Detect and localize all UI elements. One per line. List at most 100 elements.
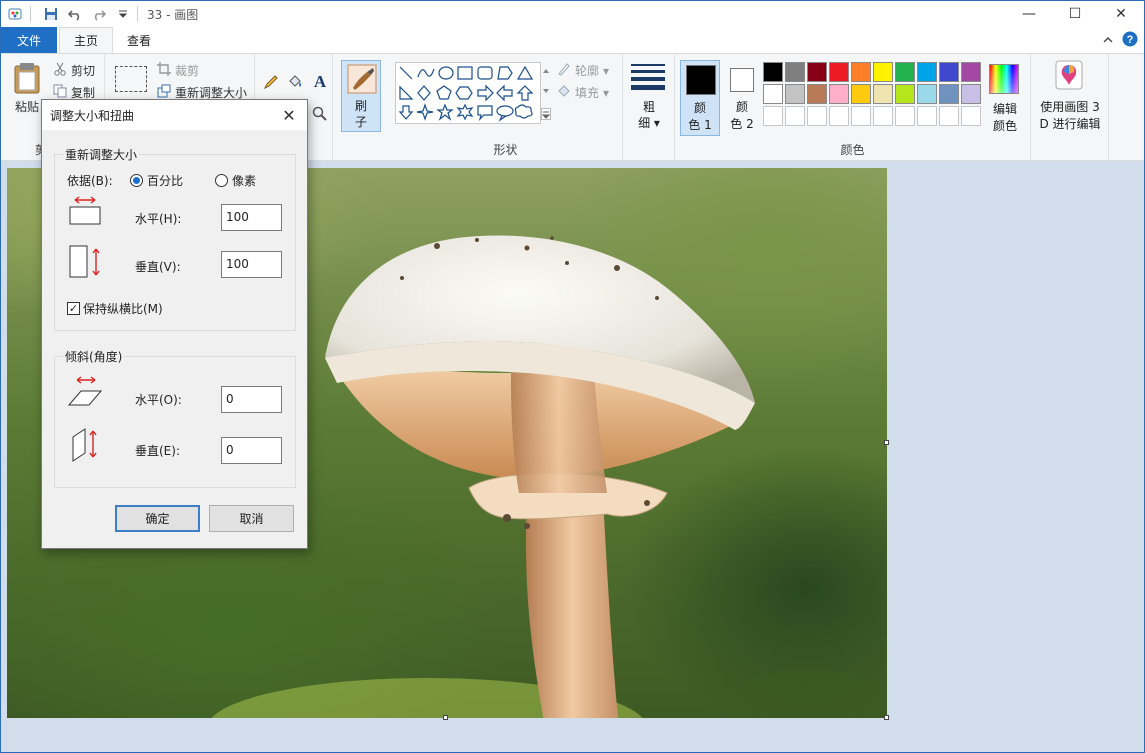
horizontal-resize-icon xyxy=(69,195,103,228)
magnifier-icon[interactable] xyxy=(312,106,328,125)
paste-icon[interactable] xyxy=(13,62,41,97)
paste-button[interactable]: 粘贴 xyxy=(15,98,39,115)
cut-button[interactable]: 剪切 xyxy=(53,62,95,79)
color-swatch[interactable] xyxy=(895,62,915,82)
color-swatch[interactable] xyxy=(851,62,871,82)
color-swatch[interactable] xyxy=(939,84,959,104)
resize-handle-right[interactable] xyxy=(884,440,889,445)
color-swatch[interactable] xyxy=(785,62,805,82)
percent-radio[interactable]: 百分比 xyxy=(130,172,183,189)
color-swatch[interactable] xyxy=(939,62,959,82)
minimize-button[interactable]: — xyxy=(1006,1,1052,27)
color-swatch[interactable] xyxy=(807,106,827,126)
resize-horizontal-input[interactable]: 100 xyxy=(221,204,282,231)
pencil-icon[interactable] xyxy=(263,74,279,93)
color-swatch[interactable] xyxy=(939,106,959,126)
color-swatch[interactable] xyxy=(763,106,783,126)
resize-vertical-input[interactable]: 100 xyxy=(221,251,282,278)
color-swatch[interactable] xyxy=(851,106,871,126)
maximize-button[interactable]: ☐ xyxy=(1052,1,1098,27)
paint3d-group: 使用画图 3 D 进行编辑 xyxy=(1031,54,1109,160)
outline-dropdown-icon: ▾ xyxy=(603,63,610,78)
text-tool-icon[interactable]: A xyxy=(312,72,328,93)
customize-dropdown-icon[interactable] xyxy=(114,5,132,23)
color-swatch[interactable] xyxy=(829,106,849,126)
color-swatch[interactable] xyxy=(917,62,937,82)
close-button[interactable]: ✕ xyxy=(1098,1,1144,27)
color-swatch[interactable] xyxy=(785,84,805,104)
shapes-expand-icon[interactable] xyxy=(541,108,551,120)
edit-colors-button[interactable]: 编辑 颜色 xyxy=(985,60,1025,136)
brushes-button[interactable]: 刷 子 xyxy=(341,60,381,132)
color-swatch[interactable] xyxy=(807,62,827,82)
color-swatch[interactable] xyxy=(763,84,783,104)
color2-button[interactable]: 颜 色 2 xyxy=(723,60,761,136)
fill-dropdown-icon: ▾ xyxy=(603,85,610,100)
vertical-resize-icon xyxy=(69,245,103,282)
cancel-button[interactable]: 取消 xyxy=(209,505,294,532)
select-icon[interactable] xyxy=(115,66,147,92)
resize-handle-corner[interactable] xyxy=(884,715,889,720)
resize-section: 重新调整大小 依据(B): 百分比 像素 水平(H): 100 垂直(V): 1… xyxy=(54,146,296,331)
color-swatch[interactable] xyxy=(961,84,981,104)
ribbon-right-controls: ? xyxy=(1102,31,1138,50)
brushes-label-line1: 刷 xyxy=(354,99,367,113)
resize-handle-bottom[interactable] xyxy=(443,715,448,720)
color-swatch[interactable] xyxy=(895,84,915,104)
collapse-ribbon-icon[interactable] xyxy=(1102,34,1114,48)
vertical-skew-icon xyxy=(71,427,105,466)
outline-button[interactable]: 轮廓 ▾ xyxy=(557,62,609,79)
color-swatch[interactable] xyxy=(763,62,783,82)
percent-radio-dot xyxy=(130,174,143,187)
color-spectrum-icon xyxy=(989,64,1019,94)
resize-legend: 重新调整大小 xyxy=(63,146,140,163)
fill-bucket-icon[interactable] xyxy=(287,74,303,93)
color-swatch[interactable] xyxy=(895,106,915,126)
size-button[interactable]: 粗 细 ▾ xyxy=(623,54,675,134)
tab-file[interactable]: 文件 xyxy=(1,27,57,53)
redo-icon[interactable] xyxy=(90,5,108,23)
color-swatch[interactable] xyxy=(851,84,871,104)
color-swatch[interactable] xyxy=(873,62,893,82)
color-swatch[interactable] xyxy=(785,106,805,126)
shapes-scroll-up-icon[interactable] xyxy=(542,64,550,78)
resize-horizontal-label: 水平(H): xyxy=(135,212,182,226)
save-icon[interactable] xyxy=(42,5,60,23)
color1-button[interactable]: 颜 色 1 xyxy=(680,60,720,136)
color-swatch[interactable] xyxy=(917,106,937,126)
keep-aspect-ratio-label: 保持纵横比(M) xyxy=(83,302,163,316)
shapes-scroll-down-icon[interactable] xyxy=(542,84,550,98)
undo-icon[interactable] xyxy=(66,5,84,23)
help-icon[interactable]: ? xyxy=(1122,31,1138,50)
resize-skew-dialog: 调整大小和扭曲 ✕ 重新调整大小 依据(B): 百分比 像素 水平(H): 10… xyxy=(41,99,308,549)
pixels-radio[interactable]: 像素 xyxy=(215,172,256,189)
crop-icon xyxy=(157,62,171,79)
dialog-close-button[interactable]: ✕ xyxy=(279,105,299,125)
color-swatch[interactable] xyxy=(873,84,893,104)
svg-text:A: A xyxy=(314,72,327,90)
color-swatch[interactable] xyxy=(873,106,893,126)
horizontal-skew-icon xyxy=(67,375,103,410)
color-swatch[interactable] xyxy=(829,84,849,104)
keep-aspect-ratio-checkbox[interactable]: ✓ 保持纵横比(M) xyxy=(67,300,163,317)
line-width-icon xyxy=(631,64,665,93)
tab-view[interactable]: 查看 xyxy=(113,27,165,53)
window-controls: — ☐ ✕ xyxy=(1006,1,1144,27)
paint3d-button[interactable]: 使用画图 3 D 进行编辑 xyxy=(1031,54,1109,134)
color-swatch[interactable] xyxy=(917,84,937,104)
color-swatch[interactable] xyxy=(829,62,849,82)
dialog-title: 调整大小和扭曲 xyxy=(50,108,135,123)
shapes-gallery[interactable] xyxy=(395,62,541,124)
skew-horizontal-label: 水平(O): xyxy=(135,393,182,407)
skew-horizontal-input[interactable]: 0 xyxy=(221,386,282,413)
color-swatch[interactable] xyxy=(807,84,827,104)
fill-button[interactable]: 填充 ▾ xyxy=(557,84,609,101)
color-swatch[interactable] xyxy=(961,106,981,126)
edit-colors-line2: 颜色 xyxy=(992,119,1017,133)
tab-home[interactable]: 主页 xyxy=(59,27,114,53)
crop-button[interactable]: 裁剪 xyxy=(157,62,199,79)
ok-button[interactable]: 确定 xyxy=(115,505,200,532)
skew-vertical-input[interactable]: 0 xyxy=(221,437,282,464)
paint-app-icon[interactable] xyxy=(7,5,25,23)
color-swatch[interactable] xyxy=(961,62,981,82)
